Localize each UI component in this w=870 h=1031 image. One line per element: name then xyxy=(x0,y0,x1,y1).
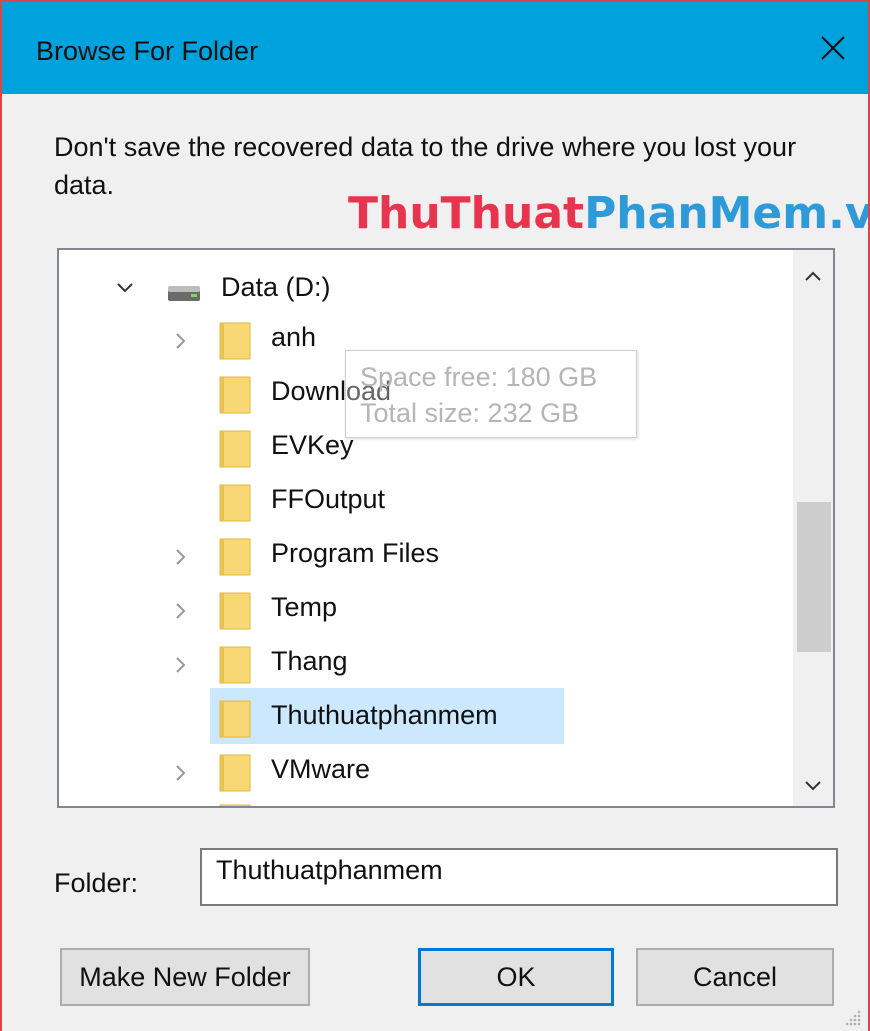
tree-item-label: Program Files xyxy=(271,538,440,568)
folder-icon xyxy=(219,698,251,738)
tooltip-total-size: Total size: 232 GB xyxy=(360,398,580,428)
folder-field-label: Folder: xyxy=(54,868,139,898)
make-new-folder-button[interactable]: Make New Folder xyxy=(60,948,310,1006)
tree-item-folder[interactable]: Temp xyxy=(59,584,799,638)
tree-item-folder[interactable]: VMware xyxy=(59,746,799,800)
drive-icon xyxy=(167,282,201,302)
folder-icon xyxy=(219,374,251,414)
watermark-logo: ThuThuatPhanMem.vn xyxy=(348,188,868,239)
folder-icon xyxy=(219,482,251,522)
ok-button[interactable]: OK xyxy=(418,948,614,1006)
drive-info-tooltip: Space free: 180 GB Total size: 232 GB xyxy=(345,350,637,438)
watermark-part-2: PhanMem.vn xyxy=(584,188,868,239)
folder-icon xyxy=(219,644,251,684)
chevron-right-icon[interactable] xyxy=(171,655,191,675)
tree-item-folder[interactable]: FFOutput xyxy=(59,476,799,530)
tree-item-label: Temp xyxy=(271,592,338,622)
folder-icon xyxy=(219,752,251,792)
tree-item-label: Data (D:) xyxy=(221,272,331,302)
tree-item-folder[interactable]: Program Files xyxy=(59,530,799,584)
tree-item-label: Thuthuatphanmem xyxy=(271,700,498,730)
chevron-right-icon[interactable] xyxy=(171,763,191,783)
tree-item-folder-selected[interactable]: Thuthuatphanmem xyxy=(59,692,799,746)
tree-item-folder[interactable]: Thang xyxy=(59,638,799,692)
chevron-down-icon[interactable] xyxy=(115,278,135,298)
tree-scrollbar[interactable] xyxy=(793,250,833,806)
watermark-part-1: ThuThuat xyxy=(348,188,585,239)
tree-item-label: FFOutput xyxy=(271,484,386,514)
chevron-right-icon[interactable] xyxy=(171,331,191,351)
scroll-down-button[interactable] xyxy=(793,766,833,806)
scrollbar-thumb[interactable] xyxy=(797,502,831,652)
tree-item-drive-d[interactable]: Data (D:) xyxy=(59,260,799,314)
folder-icon xyxy=(219,802,251,806)
title-bar[interactable]: Browse For Folder xyxy=(2,2,868,94)
chevron-right-icon[interactable] xyxy=(171,547,191,567)
scroll-up-button[interactable] xyxy=(793,256,833,296)
chevron-down-icon xyxy=(805,781,821,791)
folder-input[interactable] xyxy=(200,848,838,906)
chevron-up-icon xyxy=(805,271,821,281)
folder-icon xyxy=(219,320,251,360)
tree-item-label: VMware xyxy=(271,754,371,784)
tooltip-space-free: Space free: 180 GB xyxy=(360,362,598,392)
dialog-title: Browse For Folder xyxy=(36,36,259,66)
folder-tree[interactable]: Data (D:) anh Download EVKey FFOutput Pr… xyxy=(57,248,835,808)
chevron-right-icon[interactable] xyxy=(171,601,191,621)
close-button[interactable] xyxy=(798,2,868,94)
folder-icon xyxy=(219,590,251,630)
resize-grip-icon[interactable] xyxy=(842,1007,862,1027)
browse-for-folder-dialog: Browse For Folder Don't save the recover… xyxy=(0,0,870,1031)
cancel-button[interactable]: Cancel xyxy=(636,948,834,1006)
tree-item-label: anh xyxy=(271,322,317,352)
tree-item-label: EVKey xyxy=(271,430,354,460)
tree-item-label: Thang xyxy=(271,646,348,676)
folder-icon xyxy=(219,536,251,576)
close-icon xyxy=(821,36,845,60)
folder-icon xyxy=(219,428,251,468)
